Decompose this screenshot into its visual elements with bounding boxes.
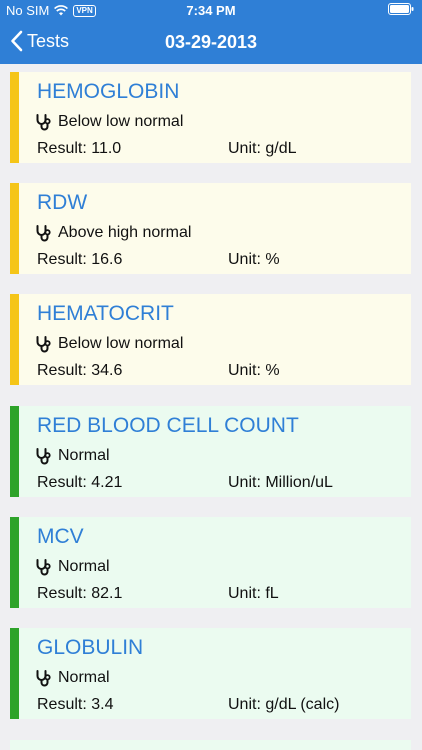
test-name: GLOBULIN [37,636,144,659]
test-card-globulin[interactable]: GLOBULIN Normal Result: 3.4 Unit: g/dL (… [10,628,411,719]
navigation-bar: Tests 03-29-2013 [0,22,422,64]
stethoscope-icon [36,448,51,465]
test-name: HEMOGLOBIN [37,80,180,103]
test-card-hematocrit[interactable]: HEMATOCRIT Below low normal Result: 34.6… [10,294,411,385]
test-status: Normal [35,558,110,576]
test-name: MCV [37,525,84,548]
stethoscope-icon [36,225,51,242]
test-name: RDW [37,191,88,214]
stethoscope-icon [36,336,51,353]
status-time: 7:34 PM [186,3,236,18]
page-title: 03-29-2013 [164,32,258,52]
test-unit: Unit: fL [228,585,279,602]
test-unit: Unit: g/dL (calc) [228,696,340,713]
test-status: Below low normal [35,113,183,131]
status-indicator-bar [10,406,19,497]
top-bar: No SIM VPN 7:34 PM Tests 03-29-2013 [0,0,422,64]
status-right [388,3,414,15]
status-bar: No SIM VPN 7:34 PM [0,0,422,22]
test-unit: Unit: Million/uL [228,474,333,491]
test-card-rdw[interactable]: RDW Above high normal Result: 16.6 Unit:… [10,183,411,274]
test-status-label: Normal [58,558,110,575]
test-status: Above high normal [35,224,191,242]
test-result: Result: 11.0 [37,140,122,157]
test-status-label: Normal [58,669,110,686]
test-name: RED BLOOD CELL COUNT [37,414,299,437]
test-status-label: Above high normal [58,224,192,241]
status-indicator-bar [10,72,19,163]
status-indicator-bar [10,183,19,274]
stethoscope-icon [36,559,51,576]
test-result: Result: 34.6 [37,362,123,379]
test-status-label: Below low normal [58,113,184,130]
test-result: Result: 3.4 [37,696,114,713]
test-result: Result: 16.6 [37,251,123,268]
test-result: Result: 4.21 [37,474,123,491]
test-result: Result: 82.1 [37,585,123,602]
test-unit: Unit: g/dL [228,140,297,157]
status-indicator-bar [10,517,19,608]
test-unit: Unit: % [228,362,280,379]
test-unit: Unit: % [228,251,280,268]
test-status: Below low normal [35,335,183,353]
test-card-partial[interactable] [10,740,411,750]
test-card-mcv[interactable]: MCV Normal Result: 82.1 Unit: fL [10,517,411,608]
stethoscope-icon [36,670,51,687]
test-status: Normal [35,669,110,687]
test-card-hemoglobin[interactable]: HEMOGLOBIN Below low normal Result: 11.0… [10,72,411,163]
test-status: Normal [35,447,110,465]
test-card-red-blood-cell-count[interactable]: RED BLOOD CELL COUNT Normal Result: 4.21… [10,406,411,497]
stethoscope-icon [36,114,51,131]
status-indicator-bar [10,628,19,719]
status-indicator-bar [10,294,19,385]
test-status-label: Normal [58,447,110,464]
test-name: HEMATOCRIT [37,302,174,325]
battery-icon [388,3,414,15]
test-status-label: Below low normal [58,335,184,352]
